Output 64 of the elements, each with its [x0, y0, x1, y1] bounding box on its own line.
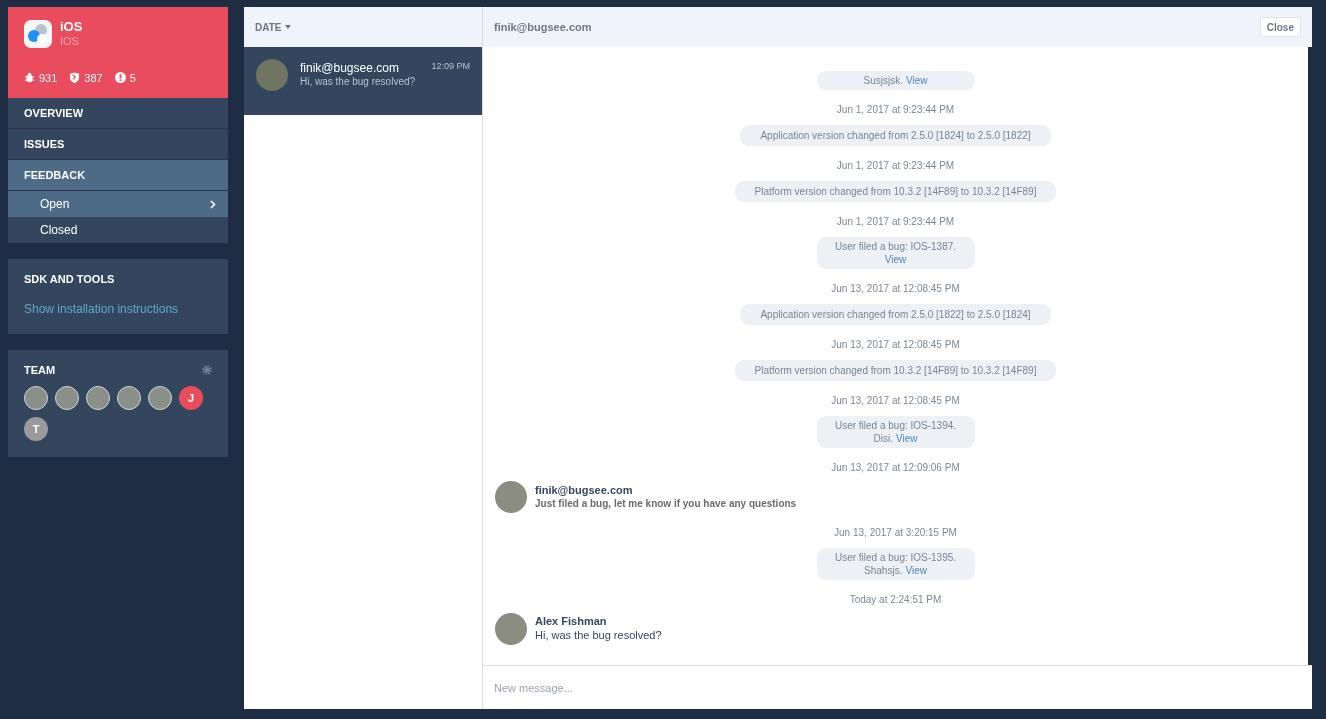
- close-button[interactable]: Close: [1259, 17, 1301, 37]
- card-title: SDK AND TOOLS: [24, 272, 116, 287]
- chat-title: finik@bugsee.com: [494, 19, 592, 35]
- avatar-placeholder[interactable]: [24, 386, 48, 410]
- project-platform: IOS: [60, 35, 80, 49]
- stat-count: 5: [129, 70, 136, 86]
- message-preview: Hi, was the bug resolved?: [300, 76, 417, 89]
- timestamp: Today at 2:24:51 PM: [849, 593, 942, 607]
- project-name: iOS: [60, 19, 83, 36]
- stat-count: 931: [39, 70, 58, 86]
- event-detail: Disi.: [873, 432, 893, 445]
- nav-subitem[interactable]: Closed: [8, 217, 228, 243]
- event-detail: Susjsjsk.: [863, 74, 903, 87]
- message-input[interactable]: New message...: [483, 665, 1312, 709]
- avatar-placeholder[interactable]: [148, 386, 172, 410]
- alert-icon: [114, 72, 126, 84]
- letter-avatar[interactable]: J: [179, 386, 203, 410]
- timestamp: Jun 1, 2017 at 9:23:44 PM: [836, 215, 955, 229]
- installation-link[interactable]: Show installation instructions: [24, 299, 212, 318]
- event-detail: Shahsjs.: [864, 564, 903, 577]
- conversation-item[interactable]: finik@bugsee.com Hi, was the bug resolved? 12:09 PM: [244, 47, 482, 115]
- app-logo-icon: [24, 20, 52, 48]
- letter-avatar[interactable]: T: [24, 417, 48, 441]
- avatar-placeholder: [495, 481, 527, 513]
- event-text: User filed a bug: IOS-1394.: [833, 419, 958, 432]
- view-link[interactable]: View: [884, 253, 907, 266]
- avatar-placeholder[interactable]: [86, 386, 110, 410]
- event-bubble: Application version changed from 2.5.0 [1822] to 2.5.0 [1824]: [740, 304, 1051, 325]
- stat-count: 387: [84, 70, 103, 86]
- timestamp: Jun 13, 2017 at 12:08:45 PM: [831, 394, 960, 408]
- view-link[interactable]: View: [905, 74, 928, 87]
- event-bubble: Platform version changed from 10.3.2 [14F89] to 10.3.2 [14F89]: [734, 181, 1057, 202]
- nav-subitem[interactable]: Open: [8, 191, 228, 217]
- message-time: 12:09 PM: [431, 60, 470, 73]
- message-text: Hi, was the bug resolved?: [535, 629, 662, 643]
- avatar-placeholder[interactable]: [55, 386, 79, 410]
- nav-item[interactable]: FEEDBACK: [8, 160, 228, 191]
- timestamp: Jun 13, 2017 at 12:08:45 PM: [831, 338, 960, 352]
- timestamp: Jun 1, 2017 at 9:23:44 PM: [836, 103, 955, 117]
- sender-email: finik@bugsee.com: [300, 61, 400, 76]
- event-bubble: Platform version changed from 10.3.2 [14F89] to 10.3.2 [14F89]: [734, 360, 1057, 381]
- event-bubble: Application version changed from 2.5.0 [1824] to 2.5.0 [1822]: [740, 125, 1051, 146]
- caret-icon: [285, 25, 292, 29]
- nav-item[interactable]: OVERVIEW: [8, 98, 228, 129]
- timestamp: Jun 13, 2017 at 12:08:45 PM: [831, 282, 960, 296]
- event-text: User filed a bug: IOS-1395.: [833, 551, 958, 564]
- sort-dropdown[interactable]: DATE: [255, 19, 292, 35]
- broken-shield-icon: [69, 72, 81, 84]
- timestamp: Jun 13, 2017 at 12:09:06 PM: [831, 461, 960, 475]
- avatar-placeholder[interactable]: [117, 386, 141, 410]
- avatar-placeholder: [495, 613, 527, 645]
- timestamp: Jun 13, 2017 at 3:20:15 PM: [834, 526, 957, 540]
- bug-icon: [24, 72, 35, 84]
- nav-item[interactable]: ISSUES: [8, 129, 228, 160]
- chevron-right-icon: [210, 199, 216, 209]
- message-author: Alex Fishman: [535, 615, 608, 629]
- message-author: finik@bugsee.com: [535, 483, 634, 498]
- view-link[interactable]: View: [895, 432, 918, 445]
- avatar-placeholder: [256, 59, 288, 91]
- event-text: User filed a bug: IOS-1387.: [833, 240, 958, 253]
- view-link[interactable]: View: [905, 564, 927, 577]
- message-text: Just filed a bug, let me know if you have any questions: [535, 497, 797, 511]
- card-title: TEAM: [24, 362, 56, 378]
- timestamp: Jun 1, 2017 at 9:23:44 PM: [836, 159, 955, 173]
